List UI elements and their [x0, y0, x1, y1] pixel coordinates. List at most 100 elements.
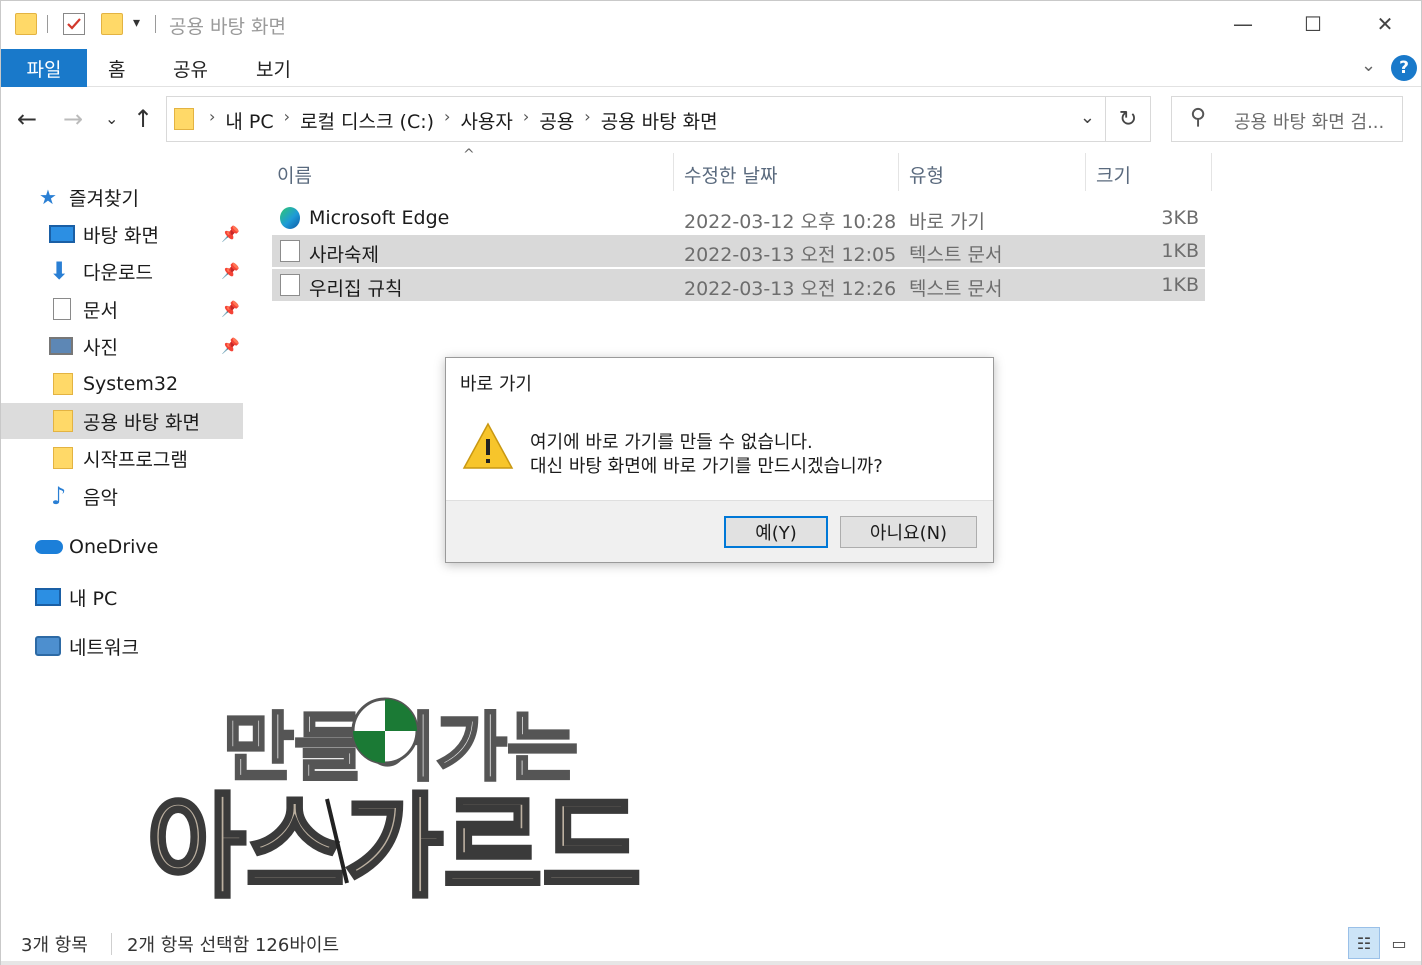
sidebar-item-startup[interactable]: 시작프로그램 [1, 440, 243, 476]
address-dropdown-icon[interactable]: ⌄ [1080, 107, 1095, 128]
properties-icon[interactable] [63, 13, 85, 35]
sidebar-item-onedrive[interactable]: OneDrive [1, 529, 243, 565]
sidebar-item-favorites[interactable]: ★ 즐겨찾기 [1, 179, 243, 215]
network-icon [35, 636, 61, 656]
minimize-button[interactable]: — [1215, 7, 1271, 41]
tab-share[interactable]: 공유 [173, 55, 208, 82]
address-bar[interactable]: › 내 PC › 로컬 디스크 (C:) › 사용자 › 공용 › 공용 바탕 … [166, 96, 1106, 142]
refresh-button[interactable]: ↻ [1105, 96, 1151, 142]
title-bar: ▾ 공용 바탕 화면 — ☐ ✕ [1, 1, 1421, 47]
folder-icon [15, 13, 37, 35]
edge-icon [280, 207, 300, 229]
breadcrumb-separator: › [209, 107, 216, 126]
text-file-icon [280, 240, 300, 262]
sidebar-item-label: 음악 [83, 486, 118, 509]
tab-home[interactable]: 홈 [108, 55, 125, 82]
picture-icon [49, 337, 73, 355]
sidebar-item-documents[interactable]: 문서 📌 [1, 291, 243, 327]
file-size: 1KB [1161, 274, 1199, 296]
file-explorer-window: ▾ 공용 바탕 화면 — ☐ ✕ 파일 홈 공유 보기 ⌄ ? ← → ⌄ ↑ … [0, 0, 1422, 965]
divider [47, 15, 48, 33]
sidebar-item-network[interactable]: 네트워크 [1, 628, 243, 664]
dialog-message: 여기에 바로 가기를 만들 수 없습니다. [530, 432, 813, 453]
close-button[interactable]: ✕ [1357, 7, 1413, 41]
column-divider[interactable] [1211, 153, 1212, 191]
maximize-button[interactable]: ☐ [1285, 7, 1341, 41]
file-name: 사라숙제 [309, 244, 379, 266]
file-row[interactable]: 우리집 규칙 2022-03-13 오전 12:26 텍스트 문서 1KB [272, 269, 1205, 301]
divider [1, 961, 1421, 965]
pin-icon: 📌 [221, 337, 240, 355]
folder-icon [53, 410, 73, 432]
sidebar-item-label: 다운로드 [83, 261, 153, 284]
sidebar-item-label: 즐겨찾기 [69, 187, 139, 210]
sidebar-item-downloads[interactable]: ⬇ 다운로드 📌 [1, 253, 243, 289]
file-row[interactable]: 사라숙제 2022-03-13 오전 12:05 텍스트 문서 1KB [272, 235, 1205, 267]
column-header-type[interactable]: 유형 [909, 161, 944, 188]
computer-icon [35, 588, 61, 606]
sidebar-item-this-pc[interactable]: 내 PC [1, 579, 243, 615]
help-icon[interactable]: ? [1391, 55, 1417, 81]
expand-ribbon-icon[interactable]: ⌄ [1361, 55, 1376, 76]
star-icon: ★ [39, 185, 57, 209]
sidebar-item-label: 시작프로그램 [83, 448, 188, 471]
file-row[interactable]: Microsoft Edge 2022-03-12 오후 10:28 바로 가기… [272, 202, 1205, 234]
breadcrumb-separator[interactable]: › [444, 107, 450, 134]
file-type: 텍스트 문서 [909, 278, 1003, 300]
column-divider[interactable] [898, 153, 899, 191]
customize-toolbar-icon[interactable]: ▾ [133, 15, 140, 31]
breadcrumb-separator[interactable]: › [284, 107, 290, 134]
sidebar-item-pictures[interactable]: 사진 📌 [1, 328, 243, 364]
dialog-button-bar: 예(Y) 아니요(N) [446, 500, 993, 562]
breadcrumb-item[interactable]: 내 PC [225, 107, 273, 134]
pin-icon: 📌 [221, 225, 240, 243]
new-folder-icon[interactable] [101, 13, 123, 35]
recent-locations-button[interactable]: ⌄ [105, 109, 118, 128]
file-date: 2022-03-13 오전 12:26 [684, 278, 897, 300]
sort-indicator-icon: ^ [463, 147, 475, 163]
dialog-message: 대신 바탕 화면에 바로 가기를 만드시겠습니까? [530, 456, 883, 477]
sidebar-item-label: 네트워크 [69, 636, 139, 659]
file-size: 3KB [1161, 207, 1199, 229]
forward-button[interactable]: → [63, 105, 83, 133]
search-box[interactable]: ⚲ 공용 바탕 화면 검... [1171, 96, 1403, 142]
text-file-icon [280, 274, 300, 296]
up-button[interactable]: ↑ [133, 105, 153, 133]
sidebar-item-label: 바탕 화면 [83, 224, 159, 247]
sidebar-item-desktop[interactable]: 바탕 화면 📌 [1, 216, 243, 252]
column-divider[interactable] [1085, 153, 1086, 191]
details-view-icon[interactable]: ☷ [1348, 927, 1380, 959]
file-name: Microsoft Edge [309, 207, 450, 229]
watermark-line2: 아스가르드 [147, 783, 641, 901]
ribbon-tabs: 파일 홈 공유 보기 ⌄ ? [1, 47, 1421, 87]
breadcrumb-item[interactable]: 로컬 디스크 (C:) [300, 107, 434, 134]
breadcrumb-item[interactable]: 공용 바탕 화면 [601, 107, 718, 134]
sidebar-item-system32[interactable]: System32 [1, 366, 243, 402]
document-icon [53, 298, 71, 320]
file-date: 2022-03-13 오전 12:05 [684, 244, 897, 266]
watermark-logo: 만들어가는 아스가르드 [145, 697, 643, 901]
breadcrumb-separator[interactable]: › [523, 107, 529, 134]
column-header-date[interactable]: 수정한 날짜 [684, 161, 777, 188]
no-button[interactable]: 아니요(N) [840, 516, 977, 548]
file-name: 우리집 규칙 [309, 278, 403, 300]
yes-button[interactable]: 예(Y) [724, 516, 828, 548]
sidebar-item-music[interactable]: ♪ 음악 [1, 478, 243, 514]
breadcrumb-item[interactable]: 공용 [539, 107, 574, 134]
search-input[interactable]: 공용 바탕 화면 검... [1234, 108, 1400, 134]
sidebar-item-public-desktop[interactable]: 공용 바탕 화면 [1, 403, 243, 439]
status-item-count: 3개 항목 [21, 935, 88, 956]
breadcrumb-item[interactable]: 사용자 [460, 107, 512, 134]
sidebar-item-label: 사진 [83, 336, 118, 359]
tab-view[interactable]: 보기 [256, 55, 291, 82]
large-icons-view-icon[interactable]: ▭ [1383, 927, 1415, 959]
divider [111, 933, 112, 955]
sidebar-item-label: 공용 바탕 화면 [83, 411, 200, 434]
sidebar-item-label: 내 PC [69, 587, 118, 610]
back-button[interactable]: ← [17, 105, 37, 133]
column-divider[interactable] [673, 153, 674, 191]
column-header-size[interactable]: 크기 [1096, 161, 1131, 188]
tab-file[interactable]: 파일 [1, 49, 87, 87]
breadcrumb-separator[interactable]: › [584, 107, 590, 134]
column-header-name[interactable]: 이름 [277, 161, 312, 188]
